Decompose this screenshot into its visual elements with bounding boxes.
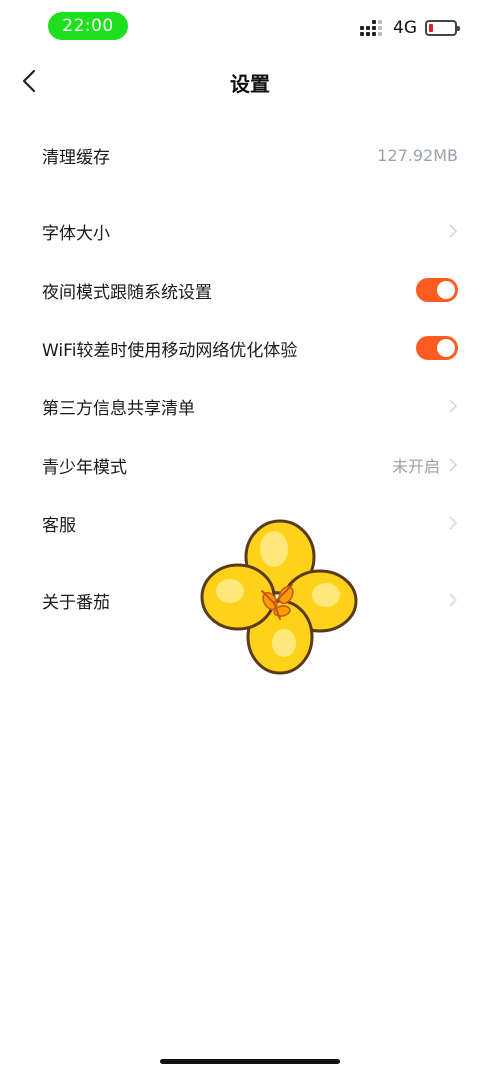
flower-sticker-icon [200, 519, 358, 675]
settings-row-night-mode: 夜间模式跟随系统设置 [0, 261, 500, 319]
home-indicator[interactable] [160, 1059, 340, 1064]
row-label: 清理缓存 [42, 147, 110, 168]
chevron-right-icon [449, 399, 458, 413]
row-label: WiFi较差时使用移动网络优化体验 [42, 340, 298, 361]
row-label: 夜间模式跟随系统设置 [42, 282, 212, 303]
teen-mode-status: 未开启 [391, 457, 440, 476]
settings-row-third-party-sharing[interactable]: 第三方信息共享清单 [0, 377, 500, 435]
row-label: 字体大小 [42, 223, 110, 244]
status-bar: 22:00 4G [0, 0, 500, 52]
nav-bar: 设置 [0, 56, 500, 106]
row-label: 关于番茄 [42, 592, 110, 613]
night-mode-toggle[interactable] [416, 278, 458, 302]
status-time: 22:00 [48, 12, 128, 40]
settings-row-clear-cache[interactable]: 清理缓存 127.92MB [0, 126, 500, 184]
wifi-optimize-toggle[interactable] [416, 336, 458, 360]
chevron-right-icon [449, 224, 458, 238]
page-title: 设置 [230, 72, 270, 96]
chevron-right-icon [449, 593, 458, 607]
row-label: 第三方信息共享清单 [42, 398, 195, 419]
settings-row-wifi-optimize: WiFi较差时使用移动网络优化体验 [0, 319, 500, 377]
cache-size-value: 127.92MB [377, 145, 458, 165]
chevron-right-icon [449, 516, 458, 530]
row-label: 客服 [42, 515, 76, 536]
row-label: 青少年模式 [42, 457, 127, 478]
settings-row-font-size[interactable]: 字体大小 [0, 202, 500, 260]
network-type: 4G [393, 18, 417, 38]
signal-icon [358, 18, 384, 38]
chevron-right-icon [449, 458, 458, 472]
settings-row-teen-mode[interactable]: 青少年模式 未开启 [0, 436, 500, 494]
battery-icon [425, 20, 460, 36]
